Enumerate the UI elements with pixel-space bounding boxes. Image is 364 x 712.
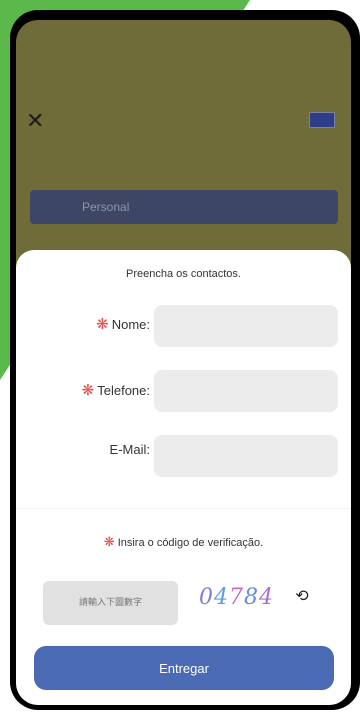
name-label: ❋ Nome: bbox=[50, 315, 150, 333]
email-label: E-Mail: bbox=[109, 442, 150, 457]
captcha-digit: 4 bbox=[214, 585, 229, 610]
captcha-digit: 4 bbox=[259, 585, 274, 610]
dimmed-header: ✕ Personal bbox=[16, 20, 351, 260]
phone-field[interactable] bbox=[154, 370, 338, 412]
email-field[interactable] bbox=[154, 435, 338, 477]
captcha-digit: 0 bbox=[199, 585, 214, 610]
required-mark: ❋ bbox=[103, 534, 115, 549]
required-mark: ❋ bbox=[96, 316, 109, 333]
app-screen: ✕ Personal Preencha os contactos. ❋ Nome:… bbox=[16, 20, 351, 705]
sheet-title: Preencha os contactos. bbox=[126, 268, 241, 280]
flag-icon[interactable] bbox=[309, 112, 335, 128]
phone-label-text: Telefone: bbox=[97, 383, 150, 398]
submit-button[interactable]: Entregar bbox=[34, 646, 334, 690]
verification-label-text: Insira o código de verificação. bbox=[117, 537, 264, 549]
required-mark: ❋ bbox=[81, 382, 95, 399]
contact-sheet: Preencha os contactos. ❋ Nome: ❋ Telefone:… bbox=[16, 250, 351, 705]
divider bbox=[16, 508, 351, 509]
captcha-digit: 8 bbox=[244, 585, 259, 610]
captcha-image[interactable]: 04784 bbox=[199, 580, 277, 616]
name-field[interactable] bbox=[154, 305, 338, 347]
refresh-icon[interactable]: ⟲ bbox=[292, 587, 312, 607]
name-label-text: Nome: bbox=[111, 317, 150, 332]
captcha-input[interactable] bbox=[43, 581, 178, 625]
captcha-digit: 7 bbox=[229, 585, 244, 610]
close-icon[interactable]: ✕ bbox=[26, 110, 44, 132]
type-select[interactable]: Personal bbox=[30, 190, 338, 224]
phone-label: ❋ Telefone: bbox=[38, 381, 150, 399]
verification-label: ❋ Insira o código de verificação. bbox=[16, 534, 351, 550]
